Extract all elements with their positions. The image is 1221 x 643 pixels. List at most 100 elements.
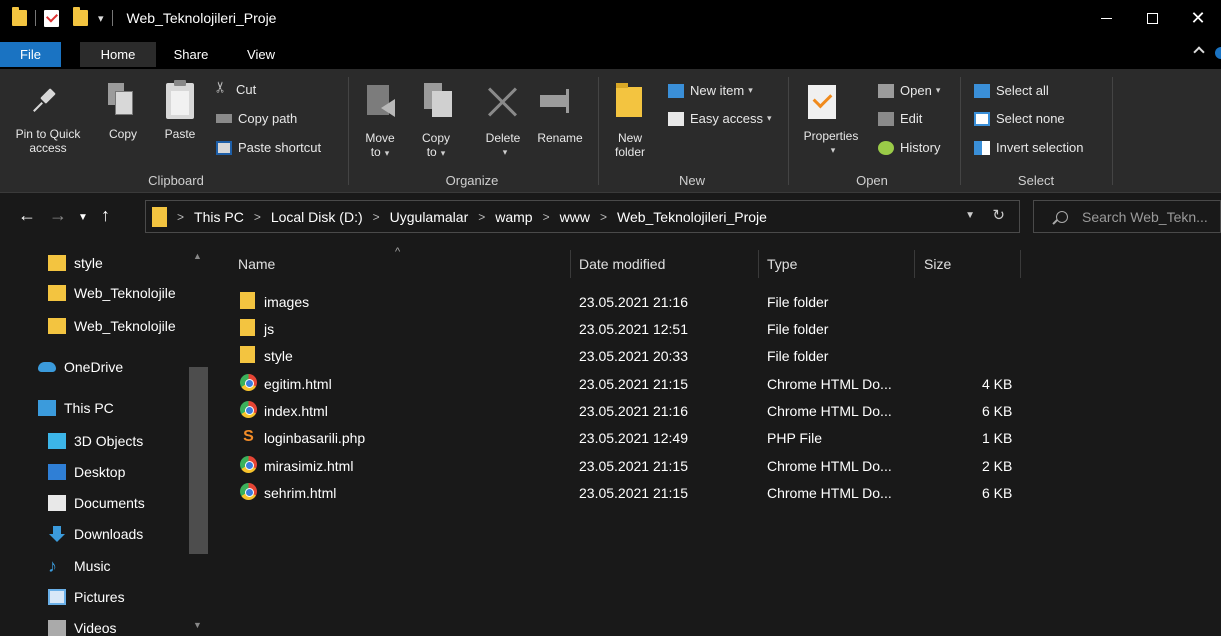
help-icon[interactable] <box>1215 47 1221 59</box>
file-size: 6 KB <box>982 485 1013 501</box>
tab-view[interactable]: View <box>236 42 286 67</box>
scrollbar-thumb[interactable] <box>189 367 208 554</box>
column-header-name[interactable]: Name <box>238 256 275 272</box>
file-row[interactable]: style 23.05.2021 20:33 File folder <box>222 342 1022 369</box>
move-to-button[interactable]: Move to ▾ <box>360 131 400 160</box>
nav-item-label: Videos <box>74 620 117 636</box>
properties-quick-icon[interactable] <box>44 9 59 27</box>
nav-item-downloads[interactable]: Downloads <box>0 519 190 549</box>
breadcrumb-separator[interactable]: > <box>177 210 184 224</box>
nav-item-this-pc[interactable]: This PC <box>0 393 190 423</box>
column-header-date-modified[interactable]: Date modified <box>579 256 665 272</box>
file-name: images <box>264 294 310 310</box>
quick-access-dropdown-icon[interactable]: ▾ <box>98 12 104 25</box>
breadcrumb-uygulamalar[interactable]: Uygulamalar <box>390 209 469 225</box>
minimize-button[interactable] <box>1083 0 1129 36</box>
address-dropdown-icon[interactable]: ▼ <box>965 210 975 221</box>
nav-item-documents[interactable]: Documents <box>0 488 190 518</box>
file-row[interactable]: S loginbasarili.php 23.05.2021 12:49 PHP… <box>222 424 1022 451</box>
file-type: Chrome HTML Do... <box>767 376 892 392</box>
pin-to-quick-access-button[interactable]: Pin to Quick access <box>0 127 96 155</box>
breadcrumb-current-folder[interactable]: Web_Teknolojileri_Proje <box>617 209 767 225</box>
recent-locations-chevron-icon[interactable]: ▼ <box>78 212 88 223</box>
breadcrumb-wamp[interactable]: wamp <box>495 209 532 225</box>
breadcrumb-separator[interactable]: > <box>600 210 607 224</box>
copy-to-label-line2-text: to <box>426 145 437 159</box>
new-folder-quick-icon[interactable] <box>73 7 88 26</box>
pin-label-line2: access <box>29 141 67 155</box>
properties-button[interactable]: Properties ▾ <box>795 129 867 157</box>
new-folder-button[interactable]: New folder <box>608 131 652 159</box>
up-arrow-icon[interactable]: ↑ <box>101 205 110 226</box>
file-row[interactable]: egitim.html 23.05.2021 21:15 Chrome HTML… <box>222 370 1022 397</box>
group-separator <box>788 77 789 185</box>
invert-selection-icon <box>974 140 990 155</box>
column-divider[interactable] <box>1020 250 1021 278</box>
refresh-icon[interactable]: ↻ <box>992 206 1005 224</box>
history-button[interactable]: History <box>878 140 940 155</box>
maximize-button[interactable] <box>1129 0 1175 36</box>
breadcrumb-separator[interactable]: > <box>543 210 550 224</box>
new-item-button[interactable]: New item ▾ <box>668 83 753 98</box>
nav-item-videos[interactable]: Videos <box>0 613 190 636</box>
paste-shortcut-button[interactable]: Paste shortcut <box>216 140 321 155</box>
copy-button[interactable]: Copy <box>103 127 143 141</box>
back-arrow-icon[interactable]: ← <box>18 205 36 226</box>
open-button[interactable]: Open ▾ <box>878 83 940 98</box>
group-label-clipboard: Clipboard <box>148 173 204 188</box>
address-bar[interactable]: > This PC > Local Disk (D:) > Uygulamala… <box>145 200 1020 233</box>
rename-button[interactable]: Rename <box>531 131 589 145</box>
computer-icon <box>38 400 56 416</box>
select-none-button[interactable]: Select none <box>974 111 1065 126</box>
copy-path-button[interactable]: Copy path <box>216 111 297 126</box>
search-box[interactable]: Search Web_Tekn... <box>1033 200 1221 233</box>
select-none-label: Select none <box>996 111 1065 126</box>
column-divider[interactable] <box>914 250 915 278</box>
file-row[interactable]: index.html 23.05.2021 21:16 Chrome HTML … <box>222 397 1022 424</box>
nav-item-desktop[interactable]: Desktop <box>0 457 190 487</box>
breadcrumb-separator[interactable]: > <box>254 210 261 224</box>
tab-file[interactable]: File <box>0 42 61 67</box>
nav-item-music[interactable]: ♪ Music <box>0 551 190 581</box>
tab-share[interactable]: Share <box>166 42 216 67</box>
file-row[interactable]: js 23.05.2021 12:51 File folder <box>222 315 1022 342</box>
nav-item-label: style <box>74 255 103 271</box>
column-divider[interactable] <box>758 250 759 278</box>
copy-to-button[interactable]: Copy to ▾ <box>416 131 456 160</box>
cut-icon <box>214 81 230 97</box>
nav-item-web-teknolojileri-1[interactable]: Web_Teknolojile <box>0 278 190 308</box>
nav-item-pictures[interactable]: Pictures <box>0 582 190 612</box>
nav-item-3d-objects[interactable]: 3D Objects <box>0 426 190 456</box>
breadcrumb-separator[interactable]: > <box>478 210 485 224</box>
breadcrumb-this-pc[interactable]: This PC <box>194 209 244 225</box>
tab-home[interactable]: Home <box>80 42 156 67</box>
scroll-down-arrow-icon[interactable]: ▼ <box>193 620 202 630</box>
breadcrumb-separator[interactable]: > <box>373 210 380 224</box>
select-all-button[interactable]: Select all <box>974 83 1049 98</box>
edit-button[interactable]: Edit <box>878 111 922 126</box>
nav-item-web-teknolojileri-2[interactable]: Web_Teknolojile <box>0 311 190 341</box>
column-divider[interactable] <box>570 250 571 278</box>
close-button[interactable]: ✕ <box>1175 0 1221 36</box>
forward-arrow-icon[interactable]: → <box>49 205 67 226</box>
invert-selection-button[interactable]: Invert selection <box>974 140 1083 155</box>
minimize-icon <box>1100 17 1112 19</box>
easy-access-button[interactable]: Easy access ▾ <box>668 111 772 126</box>
paste-button[interactable]: Paste <box>158 127 202 141</box>
scroll-up-arrow-icon[interactable]: ▲ <box>193 251 202 261</box>
file-row[interactable]: images 23.05.2021 21:16 File folder <box>222 288 1022 315</box>
file-row[interactable]: mirasimiz.html 23.05.2021 21:15 Chrome H… <box>222 452 1022 479</box>
nav-item-style[interactable]: style <box>0 248 190 278</box>
file-row[interactable]: sehrim.html 23.05.2021 21:15 Chrome HTML… <box>222 479 1022 506</box>
column-header-type[interactable]: Type <box>767 256 797 272</box>
cut-button[interactable]: Cut <box>214 81 256 97</box>
folder-icon[interactable] <box>12 7 27 26</box>
delete-button[interactable]: Delete ▾ <box>478 131 528 159</box>
column-header-size[interactable]: Size <box>924 256 951 272</box>
search-input[interactable]: Search Web_Tekn... <box>1082 209 1208 225</box>
open-label: Open <box>900 83 932 98</box>
pictures-icon <box>48 589 66 605</box>
breadcrumb-www[interactable]: www <box>560 209 590 225</box>
breadcrumb-local-disk[interactable]: Local Disk (D:) <box>271 209 363 225</box>
nav-item-onedrive[interactable]: OneDrive <box>0 352 190 382</box>
